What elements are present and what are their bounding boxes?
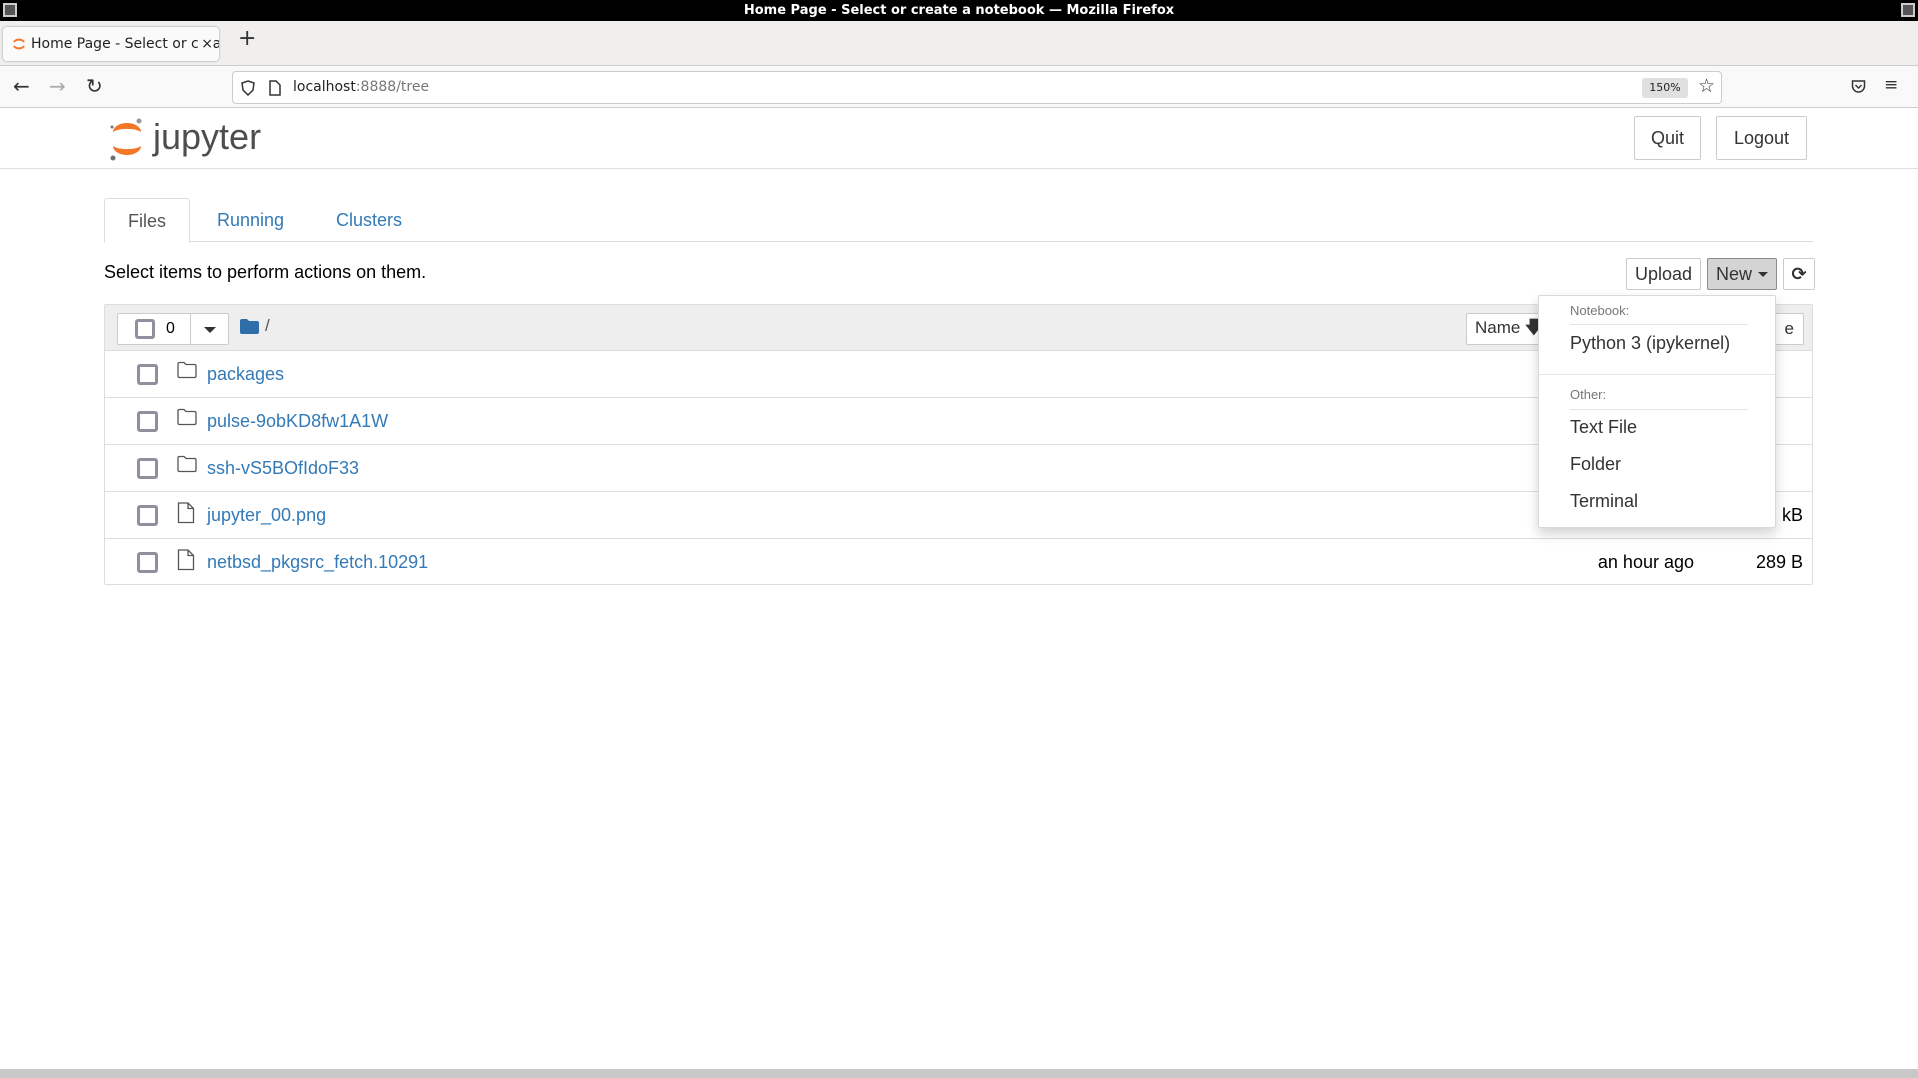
file-size: kB bbox=[1781, 505, 1803, 525]
menu-item-folder[interactable]: Folder bbox=[1570, 454, 1621, 475]
caret-down-icon bbox=[1758, 272, 1768, 277]
file-link[interactable]: packages bbox=[207, 364, 284, 385]
jupyter-header: jupyter Quit Logout bbox=[0, 108, 1918, 169]
url-host: localhost bbox=[293, 79, 356, 95]
folder-icon bbox=[177, 361, 197, 384]
jupyter-logo-icon bbox=[110, 118, 142, 161]
navigation-bar: ← → ↻ localhost:8888/tree 150% ☆ ≡ bbox=[0, 66, 1918, 108]
file-link[interactable]: netbsd_pkgsrc_fetch.10291 bbox=[207, 552, 428, 573]
file-size: 289 B bbox=[1755, 552, 1803, 572]
file-row[interactable]: netbsd_pkgsrc_fetch.10291 an hour ago 28… bbox=[105, 539, 1812, 586]
notebook-header: Notebook: bbox=[1570, 303, 1630, 318]
horizontal-scrollbar[interactable] bbox=[0, 1069, 1918, 1078]
new-dropdown-menu: Notebook: Python 3 (ipykernel) Other: Te… bbox=[1538, 295, 1776, 528]
refresh-icon: ⟳ bbox=[1791, 263, 1807, 285]
jupyter-logo-text: jupyter bbox=[153, 116, 262, 157]
select-all-checkbox[interactable] bbox=[135, 319, 155, 339]
sort-name-label: Name bbox=[1475, 317, 1521, 337]
logout-button[interactable]: Logout bbox=[1716, 116, 1807, 160]
browser-tab-bar: Home Page - Select or create a notebook … bbox=[0, 21, 1918, 66]
pocket-icon[interactable] bbox=[1851, 79, 1866, 94]
row-checkbox[interactable] bbox=[137, 411, 158, 432]
modified-time: an hour ago bbox=[1597, 552, 1694, 572]
caret-down-icon bbox=[204, 327, 216, 333]
tab-files[interactable]: Files bbox=[104, 198, 191, 243]
browser-tab-title: Home Page - Select or create a notebook bbox=[31, 36, 219, 52]
divider bbox=[1570, 409, 1748, 410]
select-menu-button[interactable] bbox=[190, 314, 229, 344]
reload-icon[interactable]: ↻ bbox=[86, 74, 103, 98]
upload-button[interactable]: Upload bbox=[1626, 258, 1701, 290]
zoom-level-badge[interactable]: 150% bbox=[1642, 78, 1688, 98]
row-checkbox[interactable] bbox=[137, 364, 158, 385]
new-dropdown-button[interactable]: New bbox=[1707, 258, 1777, 290]
folder-icon bbox=[177, 455, 197, 478]
new-tab-button[interactable]: + bbox=[238, 26, 256, 51]
file-link[interactable]: jupyter_00.png bbox=[207, 505, 326, 526]
jupyter-logo[interactable]: jupyter bbox=[108, 116, 278, 164]
divider bbox=[1539, 374, 1775, 375]
browser-tab[interactable]: Home Page - Select or create a notebook … bbox=[3, 27, 219, 61]
menu-item-python3[interactable]: Python 3 (ipykernel) bbox=[1570, 333, 1730, 354]
file-link[interactable]: ssh-vS5BOfIdoF33 bbox=[207, 458, 359, 479]
window-title: Home Page - Select or create a notebook … bbox=[743, 3, 1175, 18]
menu-item-terminal[interactable]: Terminal bbox=[1570, 491, 1638, 512]
other-header: Other: bbox=[1570, 387, 1607, 402]
star-icon[interactable]: ☆ bbox=[1698, 75, 1715, 97]
window-title-bar: Home Page - Select or create a notebook … bbox=[0, 0, 1918, 21]
breadcrumb-root[interactable]: / bbox=[265, 316, 270, 336]
row-checkbox[interactable] bbox=[137, 505, 158, 526]
menu-item-text-file[interactable]: Text File bbox=[1570, 417, 1637, 438]
jupyter-favicon-icon bbox=[13, 38, 25, 50]
file-icon bbox=[177, 549, 195, 576]
shield-icon[interactable] bbox=[241, 80, 255, 96]
main-tabs: Files Running Clusters bbox=[104, 198, 1813, 243]
divider bbox=[1570, 324, 1748, 325]
select-all-group: 0 bbox=[117, 313, 229, 345]
url-path: :8888/tree bbox=[355, 79, 430, 95]
row-checkbox[interactable] bbox=[137, 552, 158, 573]
file-icon bbox=[177, 502, 195, 529]
page-icon bbox=[269, 80, 281, 96]
file-link[interactable]: pulse-9obKD8fw1A1W bbox=[207, 411, 388, 432]
back-icon[interactable]: ← bbox=[13, 74, 30, 98]
tab-clusters[interactable]: Clusters bbox=[313, 198, 425, 242]
tab-close-icon[interactable]: × bbox=[198, 27, 213, 61]
tab-running[interactable]: Running bbox=[194, 198, 307, 242]
menu-icon[interactable]: ≡ bbox=[1884, 75, 1898, 95]
url-text[interactable]: localhost:8888/tree bbox=[293, 79, 429, 95]
window-close-icon[interactable] bbox=[1901, 3, 1915, 17]
window-menu-icon[interactable] bbox=[3, 3, 17, 17]
selected-count: 0 bbox=[166, 320, 175, 337]
row-checkbox[interactable] bbox=[137, 458, 158, 479]
folder-solid-icon[interactable] bbox=[240, 319, 259, 334]
forward-icon[interactable]: → bbox=[49, 74, 66, 98]
selection-hint: Select items to perform actions on them. bbox=[104, 262, 427, 282]
quit-button[interactable]: Quit bbox=[1634, 116, 1701, 160]
refresh-button[interactable]: ⟳ bbox=[1783, 258, 1815, 290]
folder-icon bbox=[177, 408, 197, 431]
url-bar[interactable]: localhost:8888/tree 150% ☆ bbox=[232, 71, 1722, 104]
new-button-label: New bbox=[1716, 263, 1753, 284]
